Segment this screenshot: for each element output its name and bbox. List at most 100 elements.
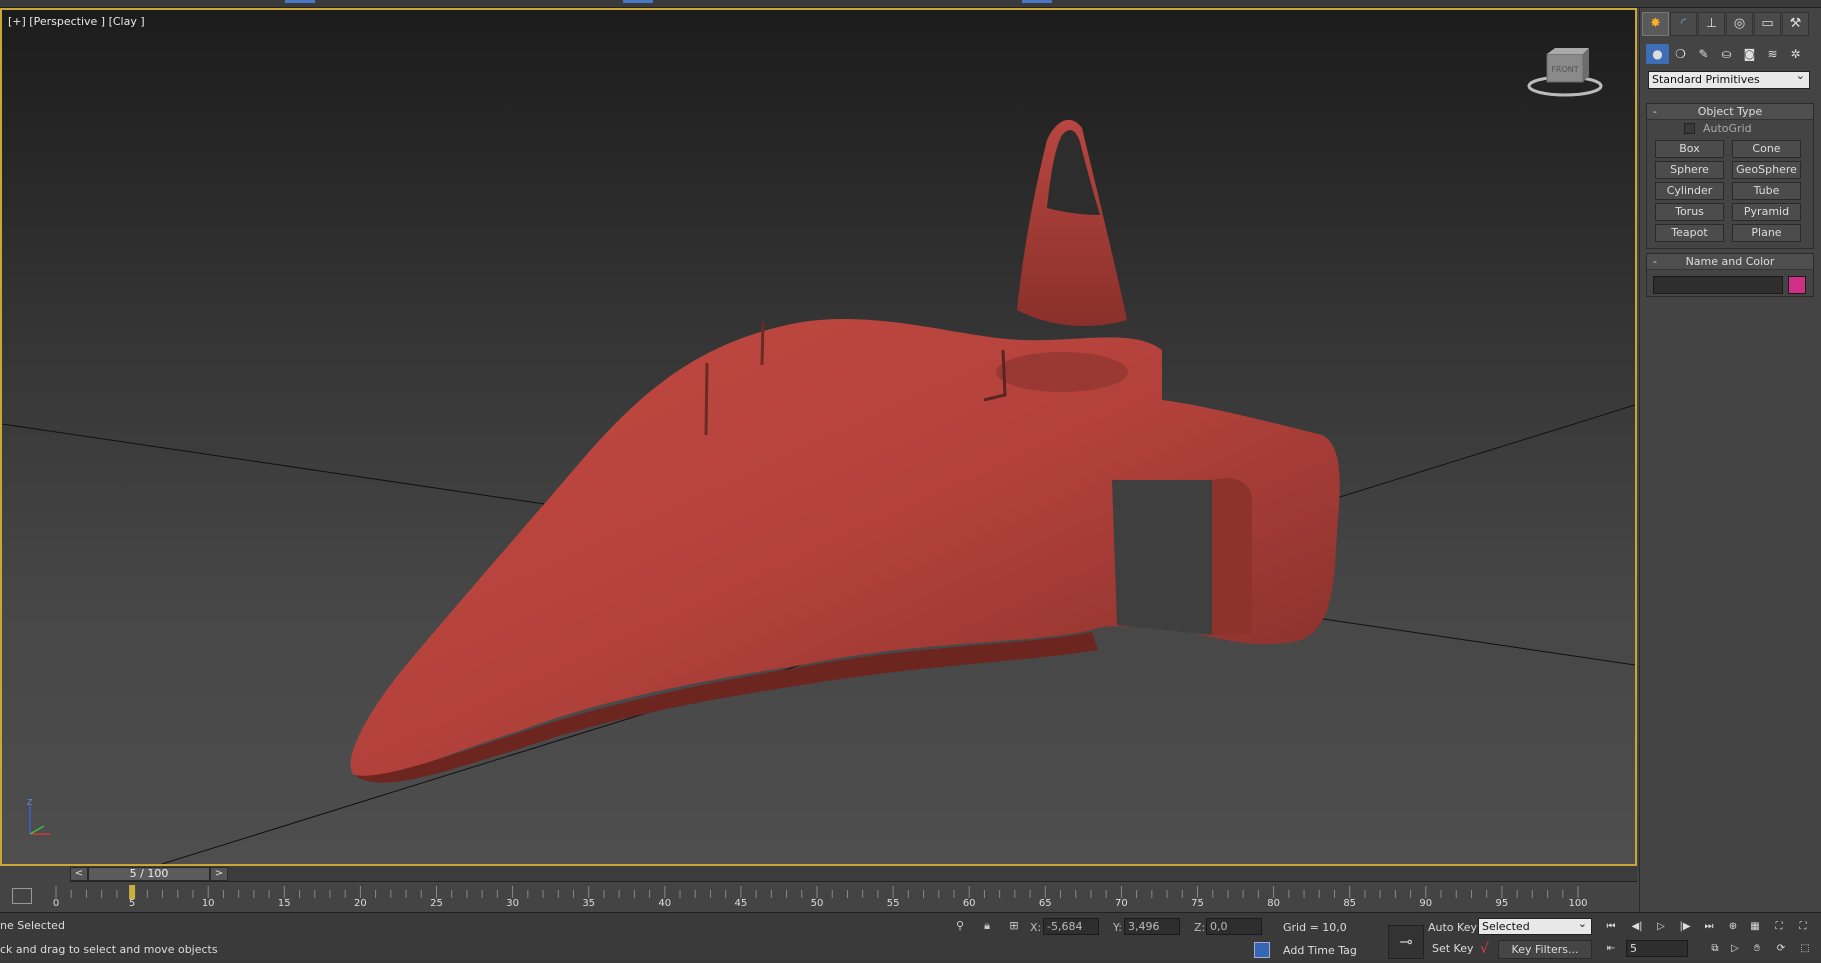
- add-time-tag-icon[interactable]: [1254, 942, 1270, 958]
- helpers-icon[interactable]: ◙: [1738, 44, 1761, 64]
- primitive-type-dropdown[interactable]: Standard Primitives: [1648, 68, 1810, 89]
- prompt-line: ck and drag to select and move objects: [0, 943, 218, 956]
- go-to-end-icon[interactable]: ⏭: [1700, 919, 1718, 935]
- app-window: [+] [Perspective ] [Clay ] FRONT Z < 5 /…: [0, 0, 1821, 963]
- track-bar[interactable]: 0 5 10 15 20 25 30 35 40 45 50 55 60 65 70 75 80 85 90 95 10…: [0, 882, 1637, 912]
- axis-z-label: Z: [27, 798, 33, 807]
- key-filters-button[interactable]: Key Filters...: [1498, 940, 1592, 959]
- track-bar-label: 20: [354, 898, 367, 909]
- cameras-icon[interactable]: ⛀: [1715, 44, 1738, 64]
- track-bar-label: 75: [1191, 898, 1204, 909]
- time-slider-thumb[interactable]: 5 / 100: [88, 867, 210, 881]
- box-button[interactable]: Box: [1655, 140, 1724, 158]
- status-bar: ne Selected ck and drag to select and mo…: [0, 912, 1821, 963]
- z-coordinate-field[interactable]: 0,0: [1206, 918, 1262, 935]
- time-slider[interactable]: < 5 / 100 >: [70, 866, 1637, 882]
- z-coordinate-label: Z:: [1194, 921, 1206, 934]
- current-frame-field[interactable]: 5: [1626, 940, 1688, 957]
- space-warps-icon[interactable]: ≋: [1761, 44, 1784, 64]
- tube-button[interactable]: Tube: [1732, 182, 1801, 200]
- hierarchy-tab-icon[interactable]: ⊥: [1698, 12, 1725, 36]
- name-and-color-header[interactable]: - Name and Color: [1647, 254, 1813, 270]
- object-type-header[interactable]: - Object Type: [1647, 104, 1813, 120]
- zoom-extents-icon[interactable]: ⛶: [1770, 919, 1788, 935]
- field-of-view-icon[interactable]: ▷: [1726, 941, 1744, 957]
- x-coordinate-field[interactable]: -5,684: [1043, 918, 1099, 935]
- track-bar-label: 85: [1343, 898, 1357, 909]
- next-frame-icon[interactable]: |▶: [1676, 919, 1694, 935]
- teapot-button[interactable]: Teapot: [1655, 224, 1724, 242]
- zoom-all-icon[interactable]: ▦: [1746, 919, 1764, 935]
- command-panel: ✸ ◜ ⊥ ◎ ▭ ⚒ ● ❍ ✎ ⛀ ◙ ≋ ✲ Standard Primi…: [1639, 8, 1821, 912]
- name-and-color-rollout: - Name and Color: [1646, 253, 1814, 297]
- object-name-field[interactable]: [1653, 276, 1783, 294]
- object-type-title: Object Type: [1697, 105, 1763, 118]
- plane-button[interactable]: Plane: [1732, 224, 1801, 242]
- command-panel-tabs: ✸ ◜ ⊥ ◎ ▭ ⚒: [1642, 12, 1810, 36]
- track-bar-label: 65: [1038, 898, 1052, 909]
- isolate-selection-icon[interactable]: ⚲: [953, 919, 967, 933]
- geosphere-button[interactable]: GeoSphere: [1732, 161, 1801, 179]
- maximize-viewport-icon[interactable]: ⬚: [1796, 941, 1814, 957]
- track-bar-label: 80: [1267, 898, 1280, 909]
- motion-tab-icon[interactable]: ◎: [1726, 12, 1753, 36]
- geometry-icon[interactable]: ●: [1646, 44, 1669, 64]
- y-coordinate-label: Y:: [1113, 921, 1122, 934]
- track-bar-label: 0: [52, 898, 60, 909]
- sphere-button[interactable]: Sphere: [1655, 161, 1724, 179]
- auto-key-button[interactable]: Auto Key: [1428, 921, 1477, 934]
- shapes-icon[interactable]: ❍: [1669, 44, 1692, 64]
- toolbar-tab-highlight: [623, 0, 653, 3]
- autogrid-label: AutoGrid: [1703, 122, 1752, 135]
- race-car-body-model[interactable]: [350, 119, 1340, 783]
- track-bar-label: 10: [201, 898, 215, 909]
- utilities-tab-icon[interactable]: ⚒: [1782, 12, 1809, 36]
- track-bar-label: 35: [582, 898, 596, 909]
- curve-editor-icon[interactable]: √: [1480, 941, 1489, 957]
- absolute-relative-toggle-icon[interactable]: ⊞: [1007, 919, 1021, 933]
- time-configuration-icon[interactable]: ⧉: [1706, 941, 1724, 957]
- play-icon[interactable]: ▷: [1652, 919, 1670, 935]
- viewport-label[interactable]: [+] [Perspective ] [Clay ]: [8, 15, 145, 28]
- set-keys-icon[interactable]: ⊸: [1388, 925, 1424, 959]
- modify-tab-icon[interactable]: ◜: [1670, 12, 1697, 36]
- pan-view-icon[interactable]: ✋︎: [1748, 941, 1766, 957]
- systems-icon[interactable]: ✲: [1784, 44, 1807, 64]
- track-bar-label: 55: [886, 898, 900, 909]
- autogrid-row[interactable]: AutoGrid: [1647, 120, 1813, 138]
- selection-status: ne Selected: [0, 919, 65, 932]
- object-color-swatch[interactable]: [1788, 276, 1806, 294]
- create-tab-icon[interactable]: ✸: [1642, 12, 1669, 36]
- time-slider-next-button[interactable]: >: [210, 867, 228, 881]
- lights-icon[interactable]: ✎: [1692, 44, 1715, 64]
- track-bar-label: 50: [810, 898, 824, 909]
- viewport-scene[interactable]: [2, 10, 1635, 864]
- x-coordinate-label: X:: [1030, 921, 1042, 934]
- viewcube-icon[interactable]: FRONT: [1525, 46, 1605, 98]
- key-mode-toggle-icon[interactable]: ⇤: [1602, 941, 1620, 957]
- add-time-tag-button[interactable]: Add Time Tag: [1283, 944, 1357, 957]
- collapse-icon: -: [1653, 105, 1657, 118]
- display-tab-icon[interactable]: ▭: [1754, 12, 1781, 36]
- time-slider-prev-button[interactable]: <: [70, 867, 88, 881]
- set-key-button[interactable]: Set Key: [1432, 942, 1474, 955]
- track-bar-label: 25: [430, 898, 443, 909]
- orbit-icon[interactable]: ⟳: [1772, 941, 1790, 957]
- cone-button[interactable]: Cone: [1732, 140, 1801, 158]
- pyramid-button[interactable]: Pyramid: [1732, 203, 1801, 221]
- autogrid-checkbox[interactable]: [1684, 123, 1695, 134]
- track-bar-label: 5: [128, 898, 136, 909]
- y-coordinate-field[interactable]: 3,496: [1124, 918, 1180, 935]
- track-bar-label: 95: [1495, 898, 1509, 909]
- zoom-icon[interactable]: ⊕: [1724, 919, 1742, 935]
- cylinder-button[interactable]: Cylinder: [1655, 182, 1724, 200]
- selection-lock-icon[interactable]: 🔒︎: [980, 919, 994, 933]
- current-frame-marker[interactable]: [129, 885, 136, 899]
- perspective-viewport[interactable]: [+] [Perspective ] [Clay ] FRONT Z: [0, 8, 1637, 866]
- previous-frame-icon[interactable]: ◀|: [1628, 919, 1646, 935]
- mini-curve-editor-icon[interactable]: [12, 888, 32, 904]
- go-to-start-icon[interactable]: ⏮: [1602, 919, 1620, 935]
- torus-button[interactable]: Torus: [1655, 203, 1724, 221]
- zoom-extents-all-icon[interactable]: ⛶: [1794, 919, 1812, 935]
- key-mode-dropdown[interactable]: Selected: [1478, 916, 1592, 935]
